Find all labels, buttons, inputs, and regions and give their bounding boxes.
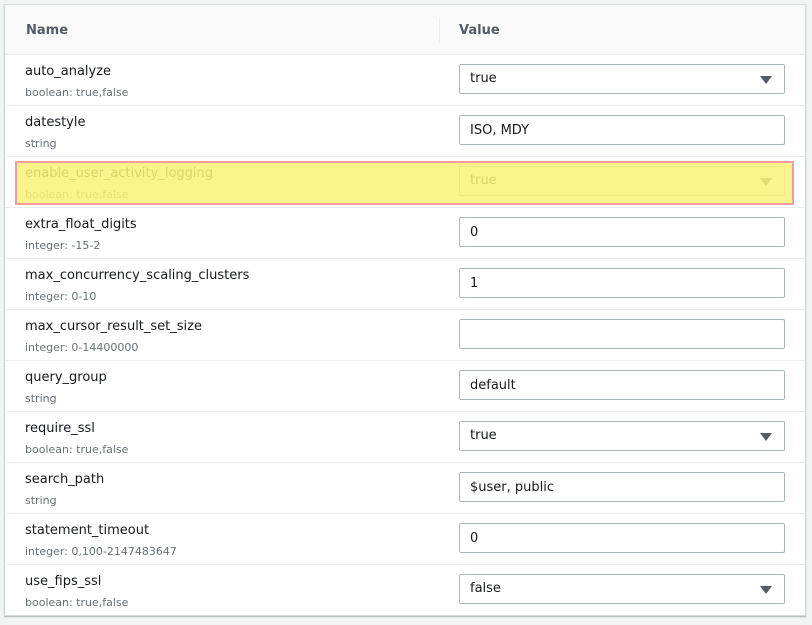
auto-analyze-select[interactable]: true — [459, 64, 785, 94]
parameter-type: integer: 0,100-2147483647 — [25, 545, 177, 558]
select-value: true — [470, 428, 497, 443]
caret-down-icon — [760, 178, 772, 186]
parameter-type: string — [25, 494, 57, 507]
table-row: max_concurrency_scaling_clusters integer… — [5, 259, 805, 310]
enable-user-activity-logging-select[interactable]: true — [459, 166, 785, 196]
table-header: Name Value — [5, 5, 805, 55]
column-divider — [439, 17, 440, 43]
extra-float-digits-input[interactable] — [459, 217, 785, 247]
parameter-name: use_fips_ssl — [25, 574, 102, 589]
parameter-type: integer: 0-10 — [25, 290, 97, 303]
parameter-name: query_group — [25, 370, 107, 385]
parameter-type: string — [25, 137, 57, 150]
use-fips-ssl-select[interactable]: false — [459, 574, 785, 604]
datestyle-input[interactable] — [459, 115, 785, 145]
parameter-name: enable_user_activity_logging — [25, 166, 214, 181]
caret-down-icon — [760, 586, 772, 594]
max-cursor-result-set-size-input[interactable] — [459, 319, 785, 349]
table-row: use_fips_ssl boolean: true,false false — [5, 565, 805, 616]
table-row: extra_float_digits integer: -15-2 — [5, 208, 805, 259]
parameter-type: boolean: true,false — [25, 86, 129, 99]
parameter-type: integer: -15-2 — [25, 239, 101, 252]
select-value: false — [470, 581, 501, 596]
statement-timeout-input[interactable] — [459, 523, 785, 553]
select-value: true — [470, 173, 497, 188]
table-row: datestyle string — [5, 106, 805, 157]
caret-down-icon — [760, 76, 772, 84]
require-ssl-select[interactable]: true — [459, 421, 785, 451]
column-header-name: Name — [26, 23, 69, 38]
select-value: true — [470, 71, 497, 86]
parameter-name: auto_analyze — [25, 64, 112, 79]
table-row: query_group string — [5, 361, 805, 412]
parameter-name: max_concurrency_scaling_clusters — [25, 268, 250, 283]
table-row: auto_analyze boolean: true,false true — [5, 55, 805, 106]
parameter-name: statement_timeout — [25, 523, 150, 538]
table-row: statement_timeout integer: 0,100-2147483… — [5, 514, 805, 565]
table-row-highlighted: enable_user_activity_logging boolean: tr… — [5, 157, 805, 208]
query-group-input[interactable] — [459, 370, 785, 400]
parameters-panel: Name Value auto_analyze boolean: true,fa… — [4, 4, 806, 616]
parameter-name: extra_float_digits — [25, 217, 137, 232]
parameter-type: boolean: true,false — [25, 596, 129, 609]
parameter-name: search_path — [25, 472, 105, 487]
parameter-type: boolean: true,false — [25, 188, 129, 201]
search-path-input[interactable] — [459, 472, 785, 502]
caret-down-icon — [760, 433, 772, 441]
table-row: max_cursor_result_set_size integer: 0-14… — [5, 310, 805, 361]
parameter-name: datestyle — [25, 115, 86, 130]
parameter-type: string — [25, 392, 57, 405]
parameter-type: boolean: true,false — [25, 443, 129, 456]
column-header-value: Value — [459, 23, 500, 38]
table-row: require_ssl boolean: true,false true — [5, 412, 805, 463]
parameter-name: max_cursor_result_set_size — [25, 319, 202, 334]
parameter-type: integer: 0-14400000 — [25, 341, 139, 354]
parameter-name: require_ssl — [25, 421, 95, 436]
max-concurrency-scaling-clusters-input[interactable] — [459, 268, 785, 298]
table-row: search_path string — [5, 463, 805, 514]
